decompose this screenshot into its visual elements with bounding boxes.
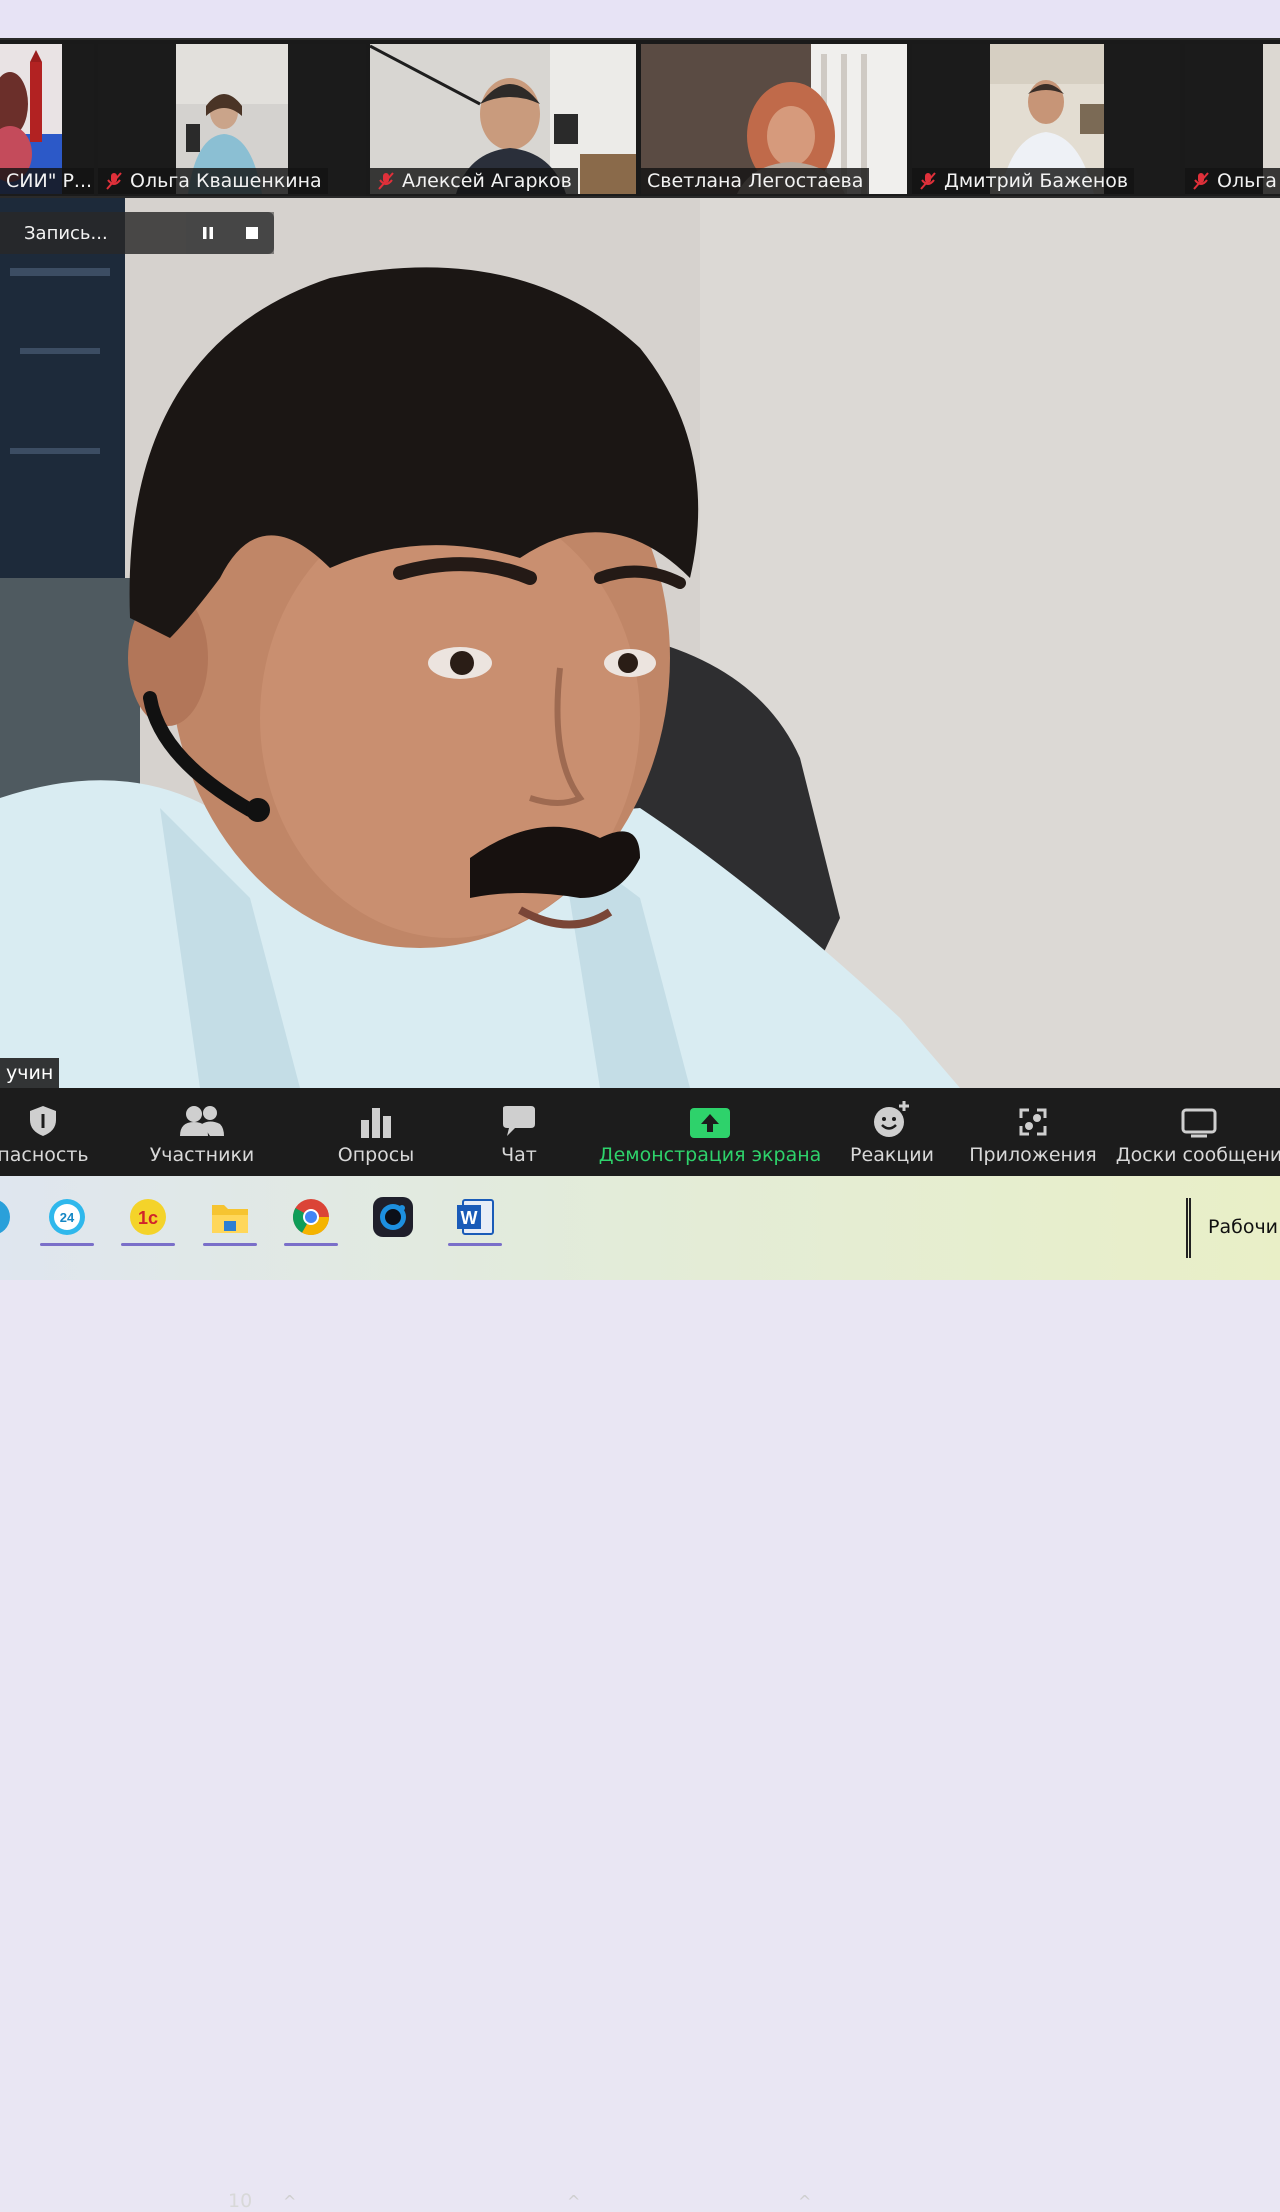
participant-name-label: Светлана Легостаева: [641, 168, 870, 194]
mic-muted-icon: [1193, 172, 1209, 190]
mic-muted-icon: [378, 172, 394, 190]
taskbar-app-telegram[interactable]: [0, 1190, 14, 1244]
active-speaker-name: учин: [0, 1058, 60, 1088]
share-screen-icon: [690, 1108, 730, 1138]
meeting-toolbar: пасность Участники 10 ^ Опросы Чат ^ Дем…: [0, 1088, 1280, 2212]
speaker-video-frame: [0, 198, 1280, 1088]
apps-label: Приложения: [969, 1144, 1097, 1166]
participant-tile[interactable]: Ольга Квашенкина: [98, 44, 366, 196]
reactions-icon: [874, 1101, 909, 1137]
chat-button[interactable]: Чат: [492, 1088, 546, 1176]
whiteboards-button[interactable]: Доски сообщени: [1115, 1088, 1280, 1176]
taskbar-app-camera[interactable]: [360, 1190, 426, 1244]
svg-text:1c: 1c: [138, 1208, 158, 1228]
taskbar-app-chrome[interactable]: [278, 1190, 344, 1246]
pause-icon: [203, 227, 213, 239]
stop-recording-button[interactable]: [230, 212, 274, 254]
share-options-caret[interactable]: ^: [798, 2192, 811, 2211]
shield-icon: [30, 1106, 56, 1136]
whiteboards-label: Доски сообщени: [1115, 1144, 1280, 1166]
telegram-icon: [0, 1200, 10, 1234]
word-icon: W: [457, 1199, 494, 1235]
participants-icon: [180, 1106, 224, 1136]
svg-text:W: W: [461, 1208, 478, 1228]
reactions-button[interactable]: Реакции: [850, 1088, 934, 1176]
share-screen-button[interactable]: Демонстрация экрана: [599, 1088, 821, 1176]
whiteboard-icon: [1181, 1108, 1217, 1138]
mic-muted-icon: [920, 172, 936, 190]
chrome-icon: [292, 1199, 329, 1236]
taskbar-app-bitrix24[interactable]: 24: [34, 1190, 100, 1246]
recording-indicator: Запись...: [0, 212, 274, 254]
taskbar: 24 1c W Рабочи: [0, 1176, 1280, 1280]
recording-label: Запись...: [24, 222, 108, 244]
apps-icon: [1019, 1108, 1047, 1136]
1c-icon: 1c: [130, 1199, 166, 1235]
participants-label: Участники: [149, 1144, 255, 1166]
desktop-toolbar-label[interactable]: Рабочи: [1208, 1216, 1278, 1238]
share-screen-label: Демонстрация экрана: [598, 1144, 822, 1166]
participant-tile[interactable]: Светлана Легостаева: [641, 44, 907, 196]
chat-options-caret[interactable]: ^: [567, 2192, 580, 2211]
mic-muted-icon: [106, 172, 122, 190]
chat-icon: [503, 1106, 535, 1136]
participant-name-label: Ольга Квашенкина: [98, 168, 328, 194]
participant-tile[interactable]: Ольга: [1185, 44, 1280, 196]
participants-options-caret[interactable]: ^: [283, 2192, 296, 2211]
file-explorer-icon: [212, 1205, 248, 1233]
reactions-label: Реакции: [850, 1144, 934, 1166]
pause-recording-button[interactable]: [186, 212, 230, 254]
participants-button[interactable]: Участники: [150, 1088, 254, 1176]
participant-name-label: СИИ" Р...: [0, 168, 94, 194]
window-top-strip: [0, 0, 1280, 38]
taskbar-app-1c[interactable]: 1c: [115, 1190, 181, 1246]
polls-icon: [361, 1108, 391, 1138]
apps-button[interactable]: Приложения: [969, 1088, 1097, 1176]
taskbar-app-file-explorer[interactable]: [197, 1190, 263, 1246]
stop-icon: [246, 227, 258, 239]
participant-tile[interactable]: СИИ" Р...: [0, 44, 94, 196]
active-speaker-video: [0, 198, 1280, 1088]
camera-app-icon: [373, 1197, 413, 1237]
security-label: пасность: [0, 1144, 89, 1166]
security-button[interactable]: пасность: [0, 1088, 89, 1176]
participants-count: 10: [228, 2190, 253, 2212]
polls-button[interactable]: Опросы: [336, 1088, 416, 1176]
participant-tile[interactable]: Алексей Агарков: [370, 44, 636, 196]
participant-tile[interactable]: Дмитрий Баженов: [912, 44, 1180, 196]
participant-name-label: Дмитрий Баженов: [912, 168, 1135, 194]
taskbar-app-word[interactable]: W: [442, 1190, 508, 1246]
polls-label: Опросы: [337, 1144, 415, 1166]
participant-gallery: СИИ" Р... Ольга Квашенкина Алексей Агарк…: [0, 38, 1280, 198]
bitrix24-icon: 24: [49, 1199, 85, 1235]
chat-label: Чат: [501, 1144, 537, 1166]
svg-text:24: 24: [60, 1210, 75, 1225]
participant-name-label: Алексей Агарков: [370, 168, 578, 194]
participant-name-label: Ольга: [1185, 168, 1280, 194]
show-desktop-divider: [1186, 1198, 1191, 1258]
